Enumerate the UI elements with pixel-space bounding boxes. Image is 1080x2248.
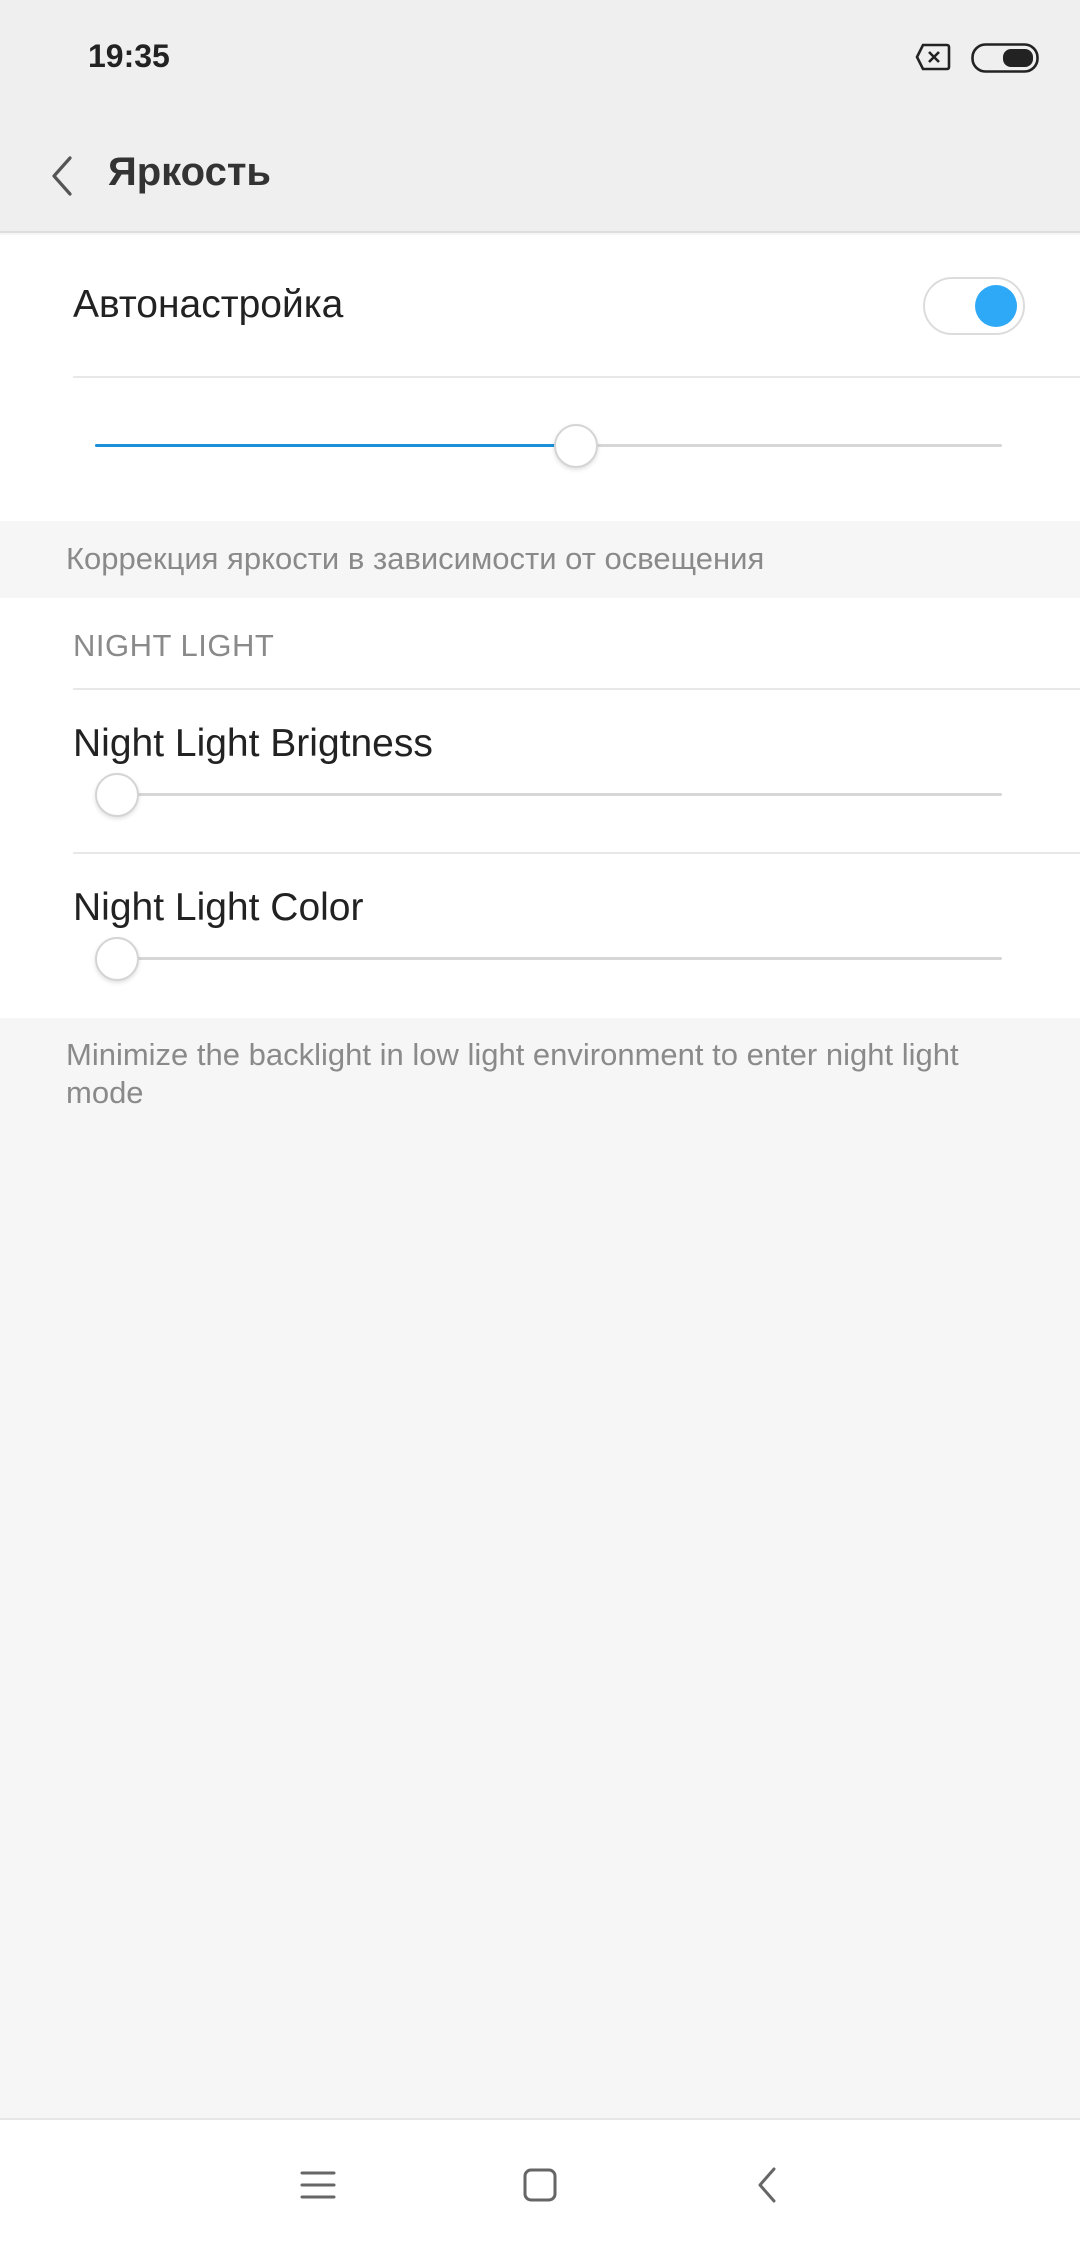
- night-light-section-header: NIGHT LIGHT: [73, 628, 275, 663]
- brightness-slider[interactable]: [95, 424, 1002, 468]
- chevron-left-icon: [52, 156, 72, 196]
- brightness-footnote: Коррекция яркости в зависимости от освещ…: [66, 541, 765, 576]
- home-icon: [523, 2168, 557, 2202]
- slider-thumb[interactable]: [95, 937, 139, 981]
- divider: [73, 376, 1080, 378]
- status-time: 19:35: [88, 38, 170, 74]
- battery-icon: [971, 43, 1039, 73]
- status-bar: 19:35: [0, 0, 1080, 120]
- slider-fill: [95, 444, 576, 447]
- slider-track: [95, 793, 1002, 796]
- toggle-knob: [975, 285, 1017, 327]
- back-button[interactable]: [30, 144, 94, 208]
- night-light-color-label: Night Light Color: [73, 886, 364, 929]
- home-button[interactable]: [505, 2150, 575, 2220]
- night-light-brightness-label: Night Light Brigtness: [73, 722, 433, 765]
- menu-icon: [300, 2171, 336, 2199]
- slider-thumb[interactable]: [553, 424, 598, 468]
- page-title: Яркость: [108, 150, 272, 194]
- app-header: Яркость: [0, 120, 1080, 233]
- system-back-button[interactable]: [732, 2150, 802, 2220]
- screen: 19:35 Яркость Автонастройка Коррекция яр…: [0, 0, 1080, 2248]
- night-light-color-slider[interactable]: [95, 937, 1002, 981]
- back-icon: [758, 2167, 776, 2203]
- divider: [73, 852, 1080, 854]
- night-light-footnote: Minimize the backlight in low light envi…: [66, 1037, 959, 1110]
- brightness-card: Автонастройка: [0, 235, 1080, 521]
- auto-brightness-label: Автонастройка: [73, 283, 344, 326]
- slider-thumb[interactable]: [95, 773, 139, 817]
- sim-off-icon: [915, 43, 951, 71]
- night-light-brightness-slider[interactable]: [95, 773, 1002, 817]
- night-light-card: NIGHT LIGHT Night Light Brigtness Night …: [0, 598, 1080, 1018]
- slider-track: [95, 957, 1002, 960]
- divider: [73, 688, 1080, 690]
- recents-button[interactable]: [283, 2150, 353, 2220]
- navigation-bar: [0, 2118, 1080, 2248]
- auto-brightness-toggle[interactable]: [923, 277, 1025, 335]
